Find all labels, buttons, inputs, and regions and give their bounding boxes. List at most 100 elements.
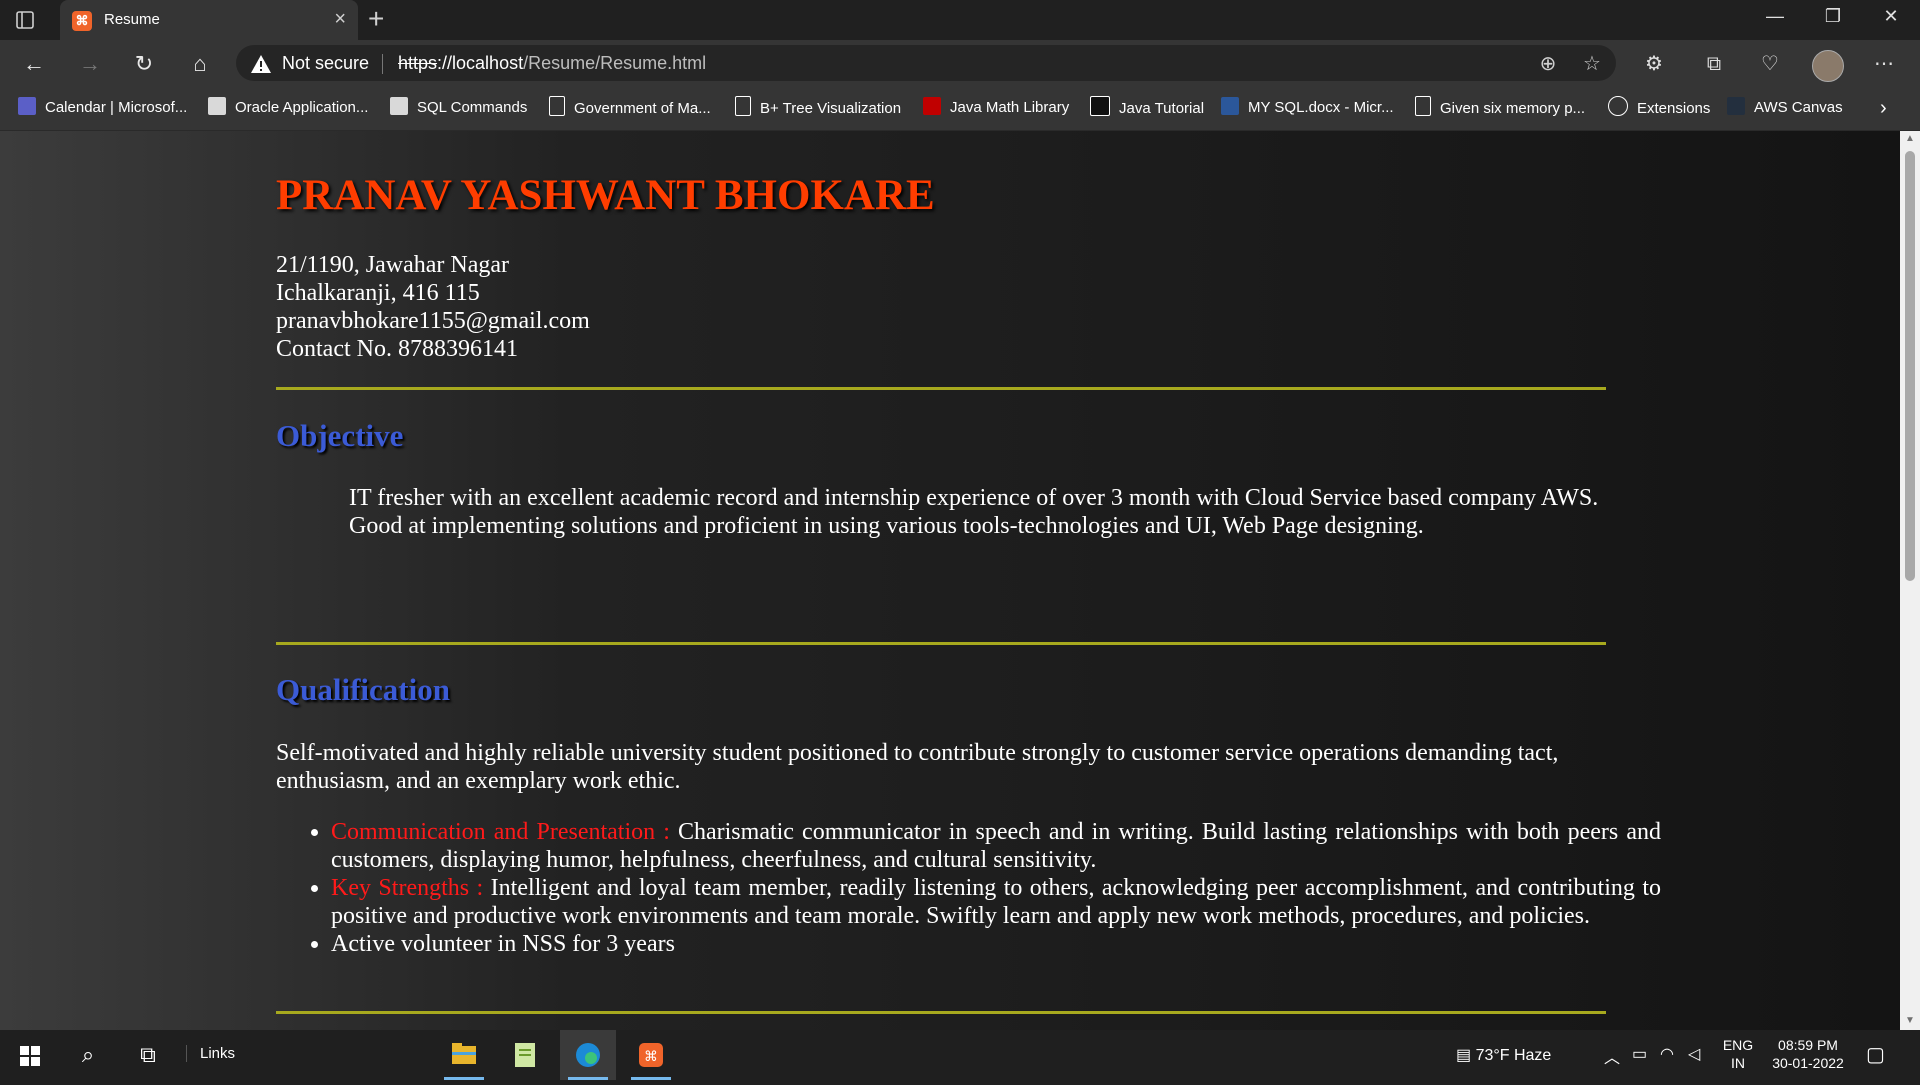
wifi-icon[interactable]: ◠ xyxy=(1660,1044,1674,1064)
refresh-icon[interactable]: ↻ xyxy=(130,50,158,78)
aws-icon xyxy=(1727,97,1745,115)
divider xyxy=(276,387,1606,390)
tab-resume[interactable]: ⌘ Resume × xyxy=(60,0,358,40)
bookmark-bplus-tree[interactable]: B+ Tree Visualization xyxy=(735,96,901,120)
tab-actions-icon[interactable] xyxy=(14,9,36,31)
search-icon[interactable]: ⌕ xyxy=(60,1030,116,1080)
collections-icon[interactable]: ⧉ xyxy=(1700,50,1728,78)
clock[interactable]: 08:59 PM 30-01-2022 xyxy=(1764,1036,1852,1072)
puzzle-icon xyxy=(1608,96,1628,116)
java-icon xyxy=(1090,96,1110,116)
address-bar[interactable]: Not secure https://localhost/Resume/Resu… xyxy=(236,45,1616,81)
edge-browser-icon[interactable] xyxy=(560,1030,616,1080)
bookmark-oracle[interactable]: Oracle Application... xyxy=(208,96,368,120)
close-window-icon[interactable]: ✕ xyxy=(1868,6,1914,27)
bookmark-extensions[interactable]: Extensions xyxy=(1608,96,1710,120)
home-icon[interactable]: ⌂ xyxy=(186,50,214,78)
bookmark-calendar[interactable]: Calendar | Microsof... xyxy=(18,96,187,120)
contact-number: Contact No. 8788396141 xyxy=(276,336,518,362)
windows-start-icon[interactable] xyxy=(2,1030,58,1080)
bookmark-given-six[interactable]: Given six memory p... xyxy=(1415,96,1585,120)
bookmark-mysql-docx[interactable]: MY SQL.docx - Micr... xyxy=(1221,96,1394,120)
zoom-icon[interactable]: ⊕ xyxy=(1536,52,1560,76)
browser-essentials-icon[interactable]: ♡ xyxy=(1756,50,1784,78)
scroll-down-arrow-icon[interactable]: ▼ xyxy=(1905,1015,1915,1026)
extensions-icon[interactable]: ⚙ xyxy=(1640,50,1668,78)
list-item: Active volunteer in NSS for 3 years xyxy=(331,930,1661,958)
teams-icon xyxy=(18,97,36,115)
profile-avatar[interactable] xyxy=(1812,50,1844,82)
minimize-icon[interactable]: — xyxy=(1752,6,1798,27)
bookmark-aws-canvas[interactable]: AWS Canvas xyxy=(1727,96,1843,120)
forward-arrow-icon[interactable]: → xyxy=(76,50,104,78)
item-key: Key Strengths : xyxy=(331,875,491,901)
title-bar: ⌘ Resume × + — ❐ ✕ xyxy=(0,0,1920,40)
file-explorer-icon[interactable] xyxy=(436,1030,492,1080)
bookmark-sql-commands[interactable]: SQL Commands xyxy=(390,96,527,120)
email: pranavbhokare1155@gmail.com xyxy=(276,308,590,334)
tab-title: Resume xyxy=(104,11,160,28)
security-label[interactable]: Not secure xyxy=(282,53,369,74)
close-tab-icon[interactable]: × xyxy=(334,9,346,29)
weather-icon: ▤ xyxy=(1456,1047,1476,1064)
url-text[interactable]: https://localhost/Resume/Resume.html xyxy=(398,53,706,74)
volume-icon[interactable]: ◁ xyxy=(1688,1044,1700,1064)
language-indicator[interactable]: ENG IN xyxy=(1720,1036,1756,1072)
divider xyxy=(276,1011,1606,1014)
bookmark-label: Java Math Library xyxy=(950,99,1070,116)
clock-date: 30-01-2022 xyxy=(1772,1055,1844,1071)
back-arrow-icon[interactable]: ← xyxy=(20,50,48,78)
links-toolbar[interactable]: Links xyxy=(186,1045,235,1062)
notepad-plus-icon[interactable] xyxy=(497,1030,553,1080)
page-content: PRANAV YASHWANT BHOKARE 21/1190, Jawahar… xyxy=(0,131,1900,1030)
xampp-icon[interactable]: ⌘ xyxy=(623,1030,679,1080)
bookmark-label: Given six memory p... xyxy=(1440,100,1586,117)
folder-icon xyxy=(390,97,408,115)
bookmark-label: Extensions xyxy=(1637,100,1711,117)
bookmark-label: Calendar | Microsof... xyxy=(45,99,188,116)
notification-center-icon[interactable]: ▢ xyxy=(1866,1042,1885,1067)
objective-text: IT fresher with an excellent academic re… xyxy=(349,484,1829,540)
new-tab-button[interactable]: + xyxy=(368,5,384,33)
item-key: Communication and Presentation : xyxy=(331,819,678,845)
bookmark-label: Java Tutorial xyxy=(1119,100,1205,117)
objective-line-1: IT fresher with an excellent academic re… xyxy=(349,485,1599,511)
page-icon xyxy=(735,96,751,116)
page-icon xyxy=(1415,96,1431,116)
qualification-text: Self-motivated and highly reliable unive… xyxy=(276,740,1559,794)
bookmarks-overflow-chevron-icon[interactable]: › xyxy=(1880,96,1887,120)
task-view-icon[interactable]: ⧉ xyxy=(120,1030,176,1080)
url-path: /Resume/Resume.html xyxy=(523,53,707,73)
favorite-star-icon[interactable]: ☆ xyxy=(1580,52,1604,76)
qualification-list: Communication and Presentation : Charism… xyxy=(276,818,1661,958)
taskbar: ⌕ ⧉ Links ⌘ ▤ 73°F Haze ︿ ▭ ◠ ◁ ENG IN 0… xyxy=(0,1030,1920,1080)
bookmark-label: Oracle Application... xyxy=(235,99,369,116)
weather-widget[interactable]: ▤ 73°F Haze xyxy=(1456,1045,1551,1065)
address-separator xyxy=(382,54,383,74)
objective-line-2: Good at implementing solutions and profi… xyxy=(349,513,1424,539)
svg-text:⌘: ⌘ xyxy=(644,1049,658,1065)
item-text: Active volunteer in NSS for 3 years xyxy=(331,931,675,957)
scroll-thumb[interactable] xyxy=(1905,151,1915,581)
bookmark-label: B+ Tree Visualization xyxy=(760,100,902,117)
warning-icon xyxy=(251,55,271,73)
region-code: IN xyxy=(1731,1055,1745,1071)
word-icon xyxy=(1221,97,1239,115)
contact-block: 21/1190, Jawahar Nagar Ichalkaranji, 416… xyxy=(276,251,590,363)
bookmark-java-tutorial[interactable]: Java Tutorial xyxy=(1090,96,1204,120)
objective-heading: Objective xyxy=(276,418,404,453)
qualification-heading: Qualification xyxy=(276,672,450,707)
scroll-up-arrow-icon[interactable]: ▲ xyxy=(1905,133,1915,144)
more-options-icon[interactable]: ⋯ xyxy=(1870,50,1898,78)
bookmark-government[interactable]: Government of Ma... xyxy=(549,96,711,120)
battery-icon[interactable]: ▭ xyxy=(1632,1044,1647,1064)
item-text: Intelligent and loyal team member, readi… xyxy=(331,875,1661,929)
bookmark-java-math[interactable]: Java Math Library xyxy=(923,96,1069,120)
language-code: ENG xyxy=(1722,1037,1754,1053)
url-protocol: https xyxy=(398,53,438,73)
restore-icon[interactable]: ❐ xyxy=(1810,6,1856,27)
list-item: Communication and Presentation : Charism… xyxy=(331,818,1661,874)
bookmark-label: MY SQL.docx - Micr... xyxy=(1248,99,1394,116)
vertical-scrollbar[interactable]: ▲ ▼ xyxy=(1900,131,1920,1030)
show-hidden-icons-chevron-icon[interactable]: ︿ xyxy=(1604,1044,1620,1068)
